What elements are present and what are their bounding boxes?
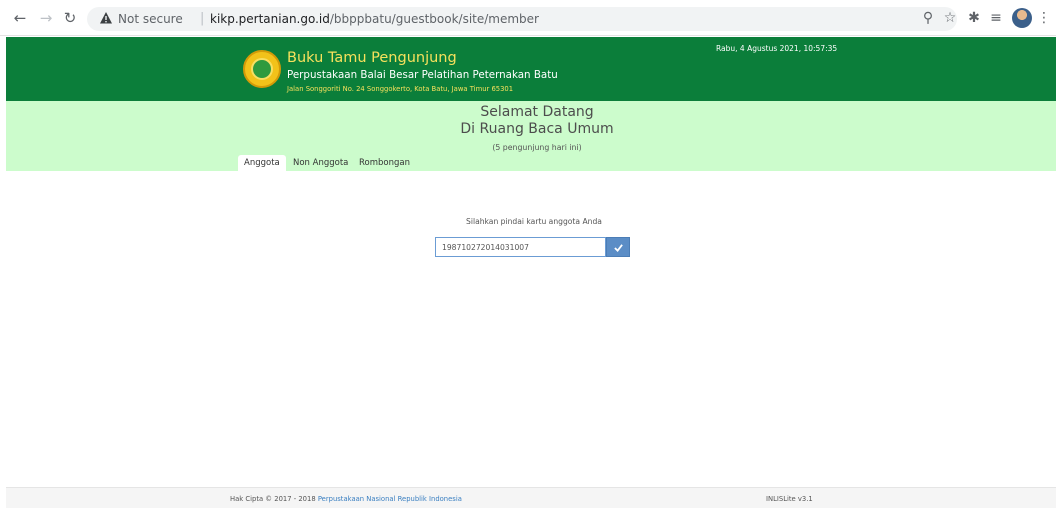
- welcome-subheading: Di Ruang Baca Umum: [460, 121, 614, 137]
- extensions-icon[interactable]: ✱: [964, 8, 984, 28]
- tab-anggota[interactable]: Anggota: [238, 155, 286, 171]
- site-header: Buku Tamu Pengunjung Perpustakaan Balai …: [6, 37, 1056, 101]
- page-footer: Hak Cipta © 2017 - 2018 Perpustakaan Nas…: [6, 487, 1056, 508]
- footer-version: INLISLite v3.1: [766, 495, 813, 503]
- visitor-count: (5 pengunjung hari ini): [492, 143, 582, 152]
- site-subtitle: Perpustakaan Balai Besar Pelatihan Peter…: [287, 69, 558, 81]
- reading-list-icon[interactable]: ≡: [986, 8, 1006, 28]
- browser-toolbar: ← → ↻ Not secure | kikp.pertanian.go.id/…: [0, 0, 1056, 36]
- forward-arrow-icon[interactable]: →: [36, 8, 56, 28]
- tab-non-anggota[interactable]: Non Anggota: [287, 155, 354, 171]
- zoom-icon[interactable]: ⚲: [918, 8, 938, 28]
- back-arrow-icon[interactable]: ←: [10, 8, 30, 28]
- url-text[interactable]: kikp.pertanian.go.id/bbppbatu/guestbook/…: [210, 10, 539, 28]
- url-separator: |: [200, 11, 205, 26]
- site-address: Jalan Songgoriti No. 24 Songgokerto, Kot…: [287, 85, 514, 93]
- ministry-logo: [243, 50, 281, 88]
- current-datetime: Rabu, 4 Agustus 2021, 10:57:35: [716, 44, 838, 53]
- reload-icon[interactable]: ↻: [60, 8, 80, 28]
- member-id-input[interactable]: [435, 237, 606, 257]
- site-title: Buku Tamu Pengunjung: [287, 50, 457, 66]
- welcome-band: Selamat Datang Di Ruang Baca Umum (5 pen…: [6, 101, 1056, 171]
- tab-rombongan[interactable]: Rombongan: [353, 155, 416, 171]
- checkmark-icon: [614, 244, 623, 252]
- copyright-link[interactable]: Perpustakaan Nasional Republik Indonesia: [318, 495, 462, 503]
- profile-avatar[interactable]: [1012, 8, 1032, 28]
- menu-dots-icon[interactable]: ⋮: [1034, 8, 1054, 28]
- copyright-text: Hak Cipta © 2017 - 2018: [230, 495, 316, 503]
- scan-prompt: Silahkan pindai kartu anggota Anda: [466, 217, 602, 226]
- footer-copyright: Hak Cipta © 2017 - 2018 Perpustakaan Nas…: [230, 495, 462, 503]
- not-secure-label[interactable]: Not secure: [118, 10, 183, 28]
- logo-emblem: [251, 58, 273, 80]
- url-host: kikp.pertanian.go.id: [210, 12, 330, 26]
- url-path: /bbppbatu/guestbook/site/member: [329, 12, 539, 26]
- welcome-heading: Selamat Datang: [480, 104, 594, 120]
- bookmark-star-icon[interactable]: ☆: [940, 8, 960, 28]
- warning-icon[interactable]: [99, 11, 113, 25]
- submit-button[interactable]: [606, 237, 630, 257]
